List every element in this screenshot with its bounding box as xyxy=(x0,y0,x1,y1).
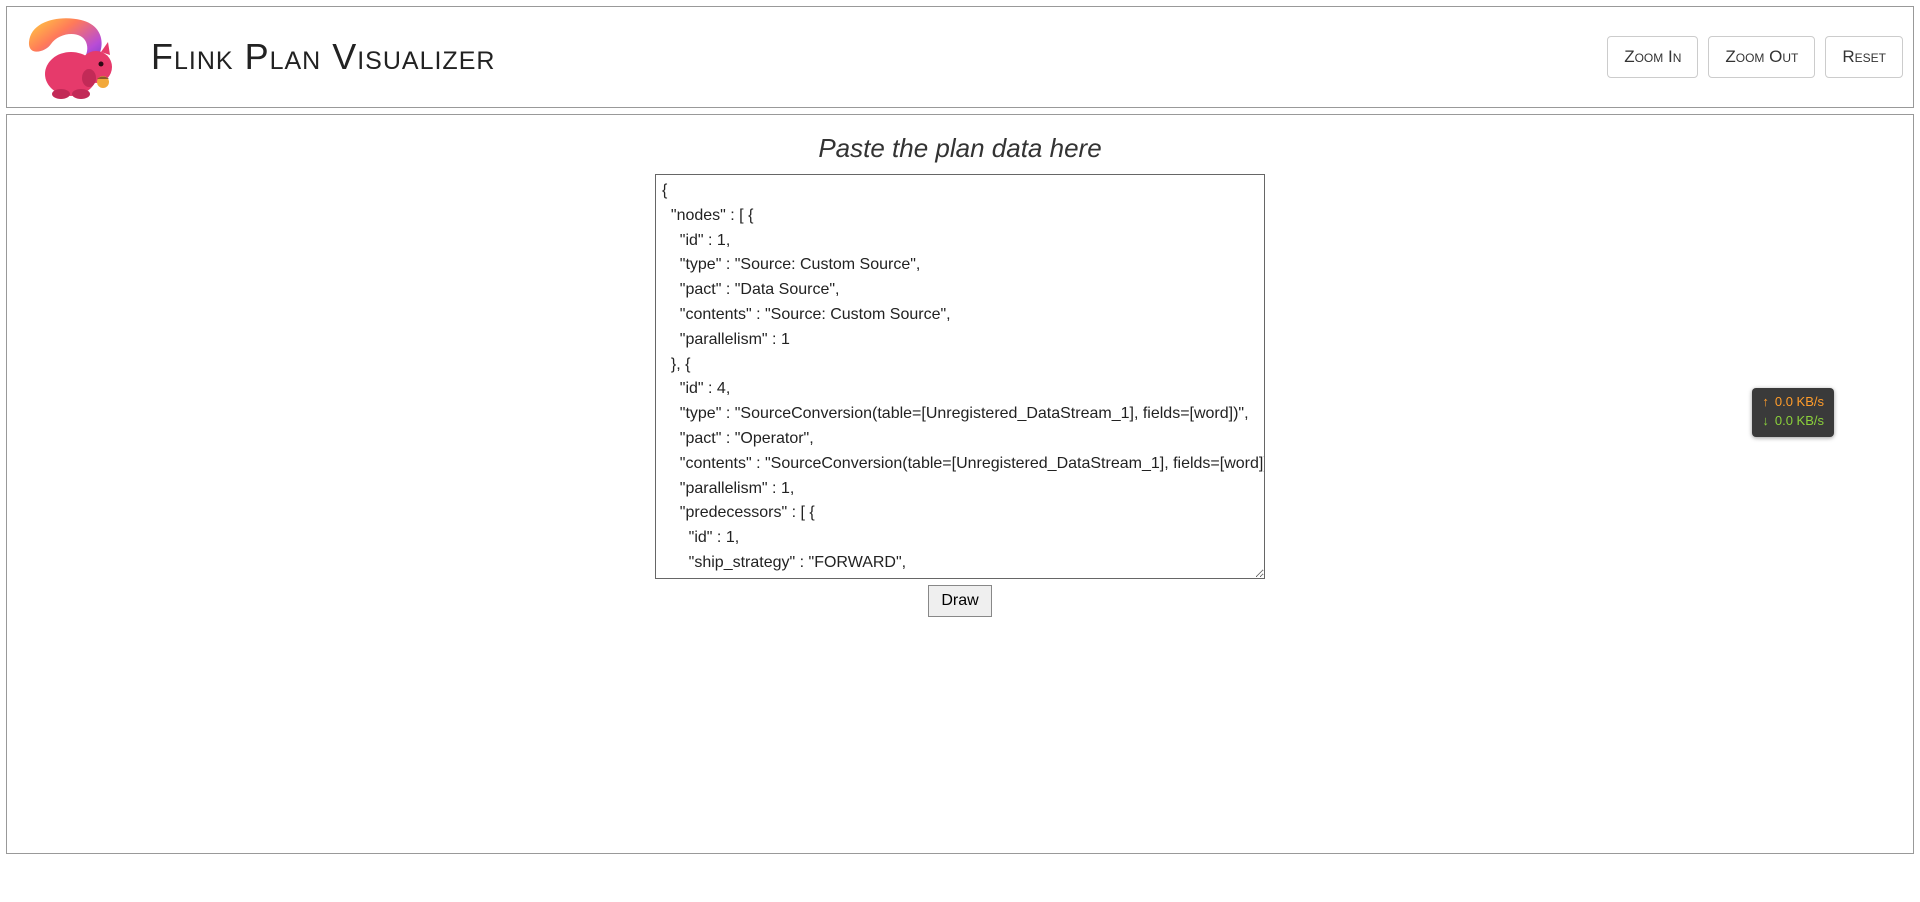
plan-json-textarea[interactable] xyxy=(655,174,1265,579)
network-upload-row: ↑ 0.0 KB/s xyxy=(1762,393,1824,412)
draw-button[interactable]: Draw xyxy=(928,585,991,617)
main-panel: Paste the plan data here Draw xyxy=(6,114,1914,854)
zoom-in-button[interactable]: Zoom In xyxy=(1607,36,1698,78)
zoom-out-button[interactable]: Zoom Out xyxy=(1708,36,1815,78)
flink-squirrel-logo xyxy=(11,12,121,102)
network-download-row: ↓ 0.0 KB/s xyxy=(1762,412,1824,431)
upload-speed: 0.0 KB/s xyxy=(1775,393,1824,412)
paste-prompt: Paste the plan data here xyxy=(17,133,1903,164)
header-bar: Flink Plan Visualizer Zoom In Zoom Out R… xyxy=(6,6,1914,108)
network-speed-widget: ↑ 0.0 KB/s ↓ 0.0 KB/s xyxy=(1752,388,1834,437)
page-scroll-container[interactable]: Flink Plan Visualizer Zoom In Zoom Out R… xyxy=(0,0,1920,902)
reset-button[interactable]: Reset xyxy=(1825,36,1903,78)
arrow-down-icon: ↓ xyxy=(1762,412,1769,431)
arrow-up-icon: ↑ xyxy=(1762,393,1769,412)
download-speed: 0.0 KB/s xyxy=(1775,412,1824,431)
page-title: Flink Plan Visualizer xyxy=(151,36,495,78)
